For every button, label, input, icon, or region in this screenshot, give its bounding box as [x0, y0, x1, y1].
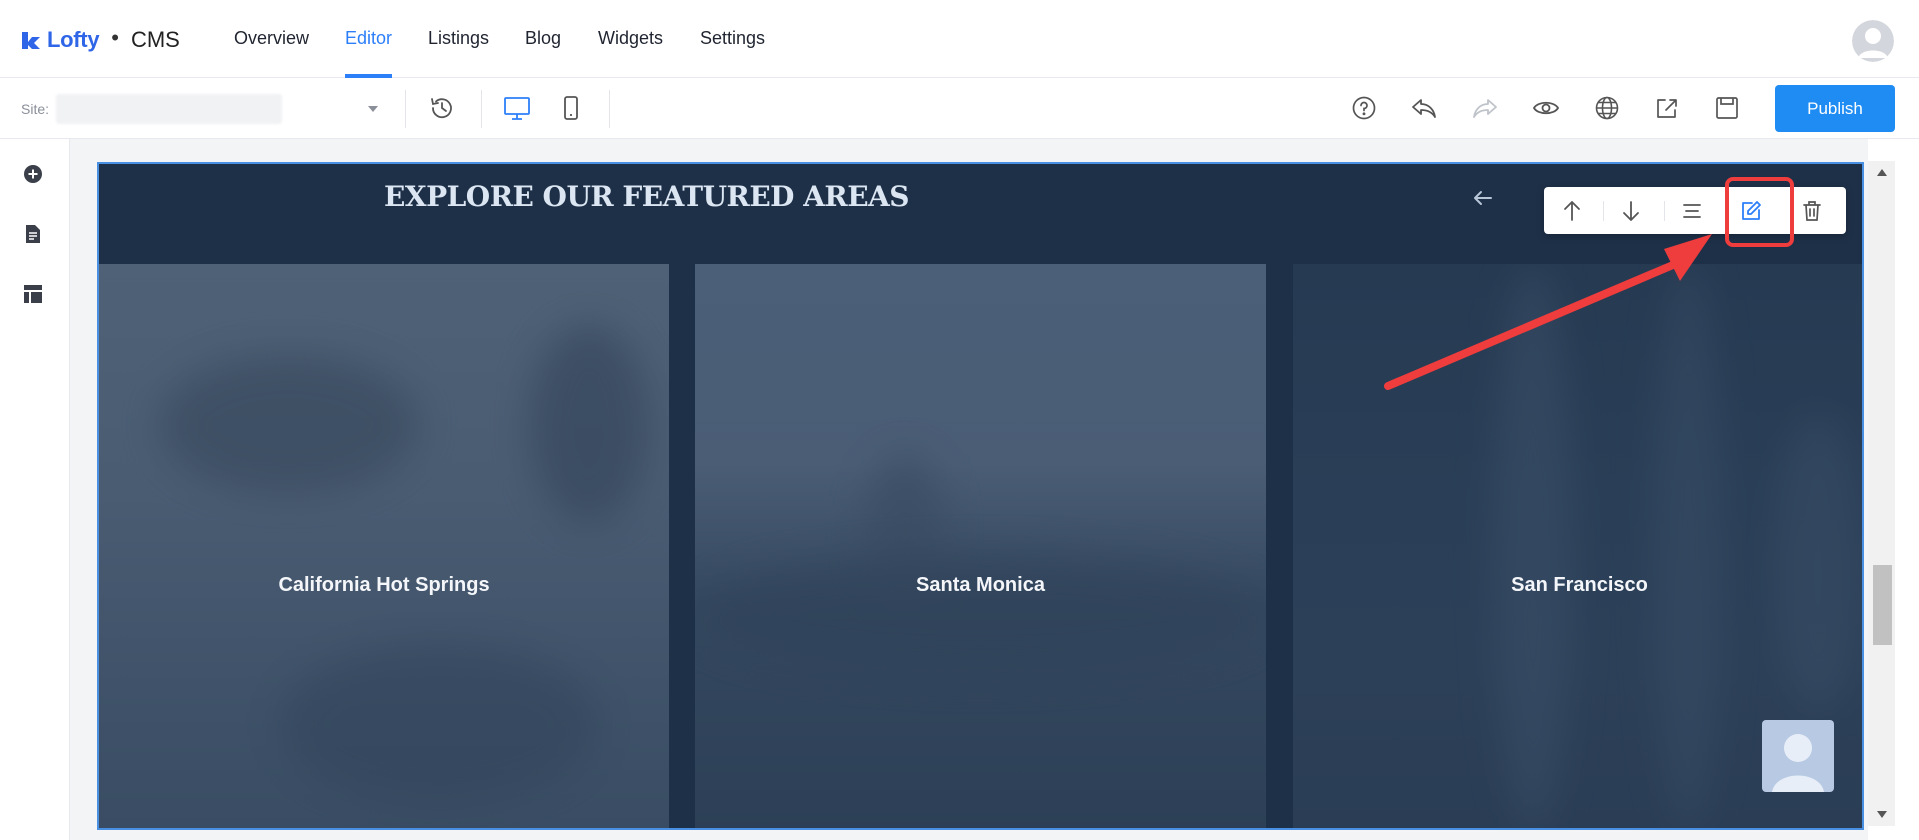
site-label: Site: — [21, 101, 50, 117]
toolbar-divider — [481, 90, 482, 128]
publish-button[interactable]: Publish — [1775, 85, 1895, 132]
move-up-icon[interactable] — [1557, 196, 1587, 226]
undo-icon[interactable] — [1409, 93, 1439, 123]
user-avatar[interactable] — [1852, 20, 1894, 62]
save-icon[interactable] — [1712, 93, 1742, 123]
area-card-label: San Francisco — [1511, 574, 1648, 596]
card-image-blur — [529, 324, 649, 524]
move-down-icon[interactable] — [1616, 196, 1646, 226]
toolbar-divider — [1664, 201, 1665, 221]
desktop-view-icon[interactable] — [502, 93, 532, 123]
scroll-up-arrow-icon[interactable] — [1877, 169, 1887, 176]
toolbar-divider — [1603, 201, 1604, 221]
history-icon[interactable] — [427, 93, 457, 123]
layout-icon[interactable] — [21, 282, 45, 306]
scrollbar-thumb[interactable] — [1873, 565, 1892, 645]
person-icon — [1772, 734, 1824, 792]
nav-settings[interactable]: Settings — [700, 28, 765, 49]
toolbar-divider — [609, 90, 610, 128]
nav-blog[interactable]: Blog — [525, 28, 561, 49]
nav-listings[interactable]: Listings — [428, 28, 489, 49]
block-action-toolbar — [1544, 187, 1846, 234]
card-image-blur — [279, 644, 599, 804]
card-image-blur — [159, 354, 419, 494]
card-image-blur — [1773, 414, 1862, 714]
area-card[interactable]: California Hot Springs — [99, 264, 669, 828]
brand[interactable]: Lofty • CMS — [20, 24, 180, 56]
help-icon[interactable] — [1349, 93, 1379, 123]
user-avatar-icon — [1852, 20, 1894, 62]
area-card-label: Santa Monica — [916, 574, 1045, 596]
area-card[interactable]: Santa Monica — [695, 264, 1266, 828]
product-name: CMS — [130, 27, 180, 52]
delete-icon[interactable] — [1797, 196, 1827, 226]
card-image-blur — [1493, 264, 1573, 828]
mobile-view-icon[interactable] — [556, 93, 586, 123]
canvas-scrollbar[interactable] — [1868, 161, 1895, 826]
section-title: EXPLORE OUR FEATURED AREAS — [384, 180, 909, 213]
lofty-logo-icon — [22, 32, 40, 49]
top-navigation: Lofty • CMS Overview Editor Listings Blo… — [0, 0, 1919, 78]
arrow-left-icon[interactable] — [1469, 184, 1497, 212]
share-export-icon[interactable] — [1652, 93, 1682, 123]
add-section-icon[interactable] — [21, 162, 45, 186]
toolbar-divider — [405, 90, 406, 128]
card-image-blur — [1653, 264, 1723, 828]
redo-icon[interactable] — [1470, 93, 1500, 123]
pages-icon[interactable] — [21, 222, 45, 246]
area-card-label: California Hot Springs — [278, 574, 490, 596]
editor-canvas: EXPLORE OUR FEATURED AREAS California Ho… — [70, 139, 1868, 840]
featured-areas-section[interactable]: EXPLORE OUR FEATURED AREAS California Ho… — [97, 162, 1864, 830]
preview-eye-icon[interactable] — [1531, 93, 1561, 123]
nav-editor[interactable]: Editor — [345, 28, 392, 49]
brand-name: Lofty — [47, 27, 100, 52]
chat-avatar[interactable] — [1762, 720, 1834, 792]
globe-icon[interactable] — [1592, 93, 1622, 123]
left-sidebar — [0, 139, 70, 840]
card-image-blur — [695, 554, 1266, 674]
annotation-highlight-box — [1725, 177, 1794, 247]
chevron-down-icon[interactable] — [368, 106, 378, 112]
site-select[interactable] — [56, 94, 282, 124]
brand-separator: • — [111, 25, 119, 50]
editor-toolbar: Site: Publish — [0, 78, 1919, 139]
nav-overview[interactable]: Overview — [234, 28, 309, 49]
nav-widgets[interactable]: Widgets — [598, 28, 663, 49]
scroll-down-arrow-icon[interactable] — [1877, 811, 1887, 818]
align-icon[interactable] — [1677, 196, 1707, 226]
